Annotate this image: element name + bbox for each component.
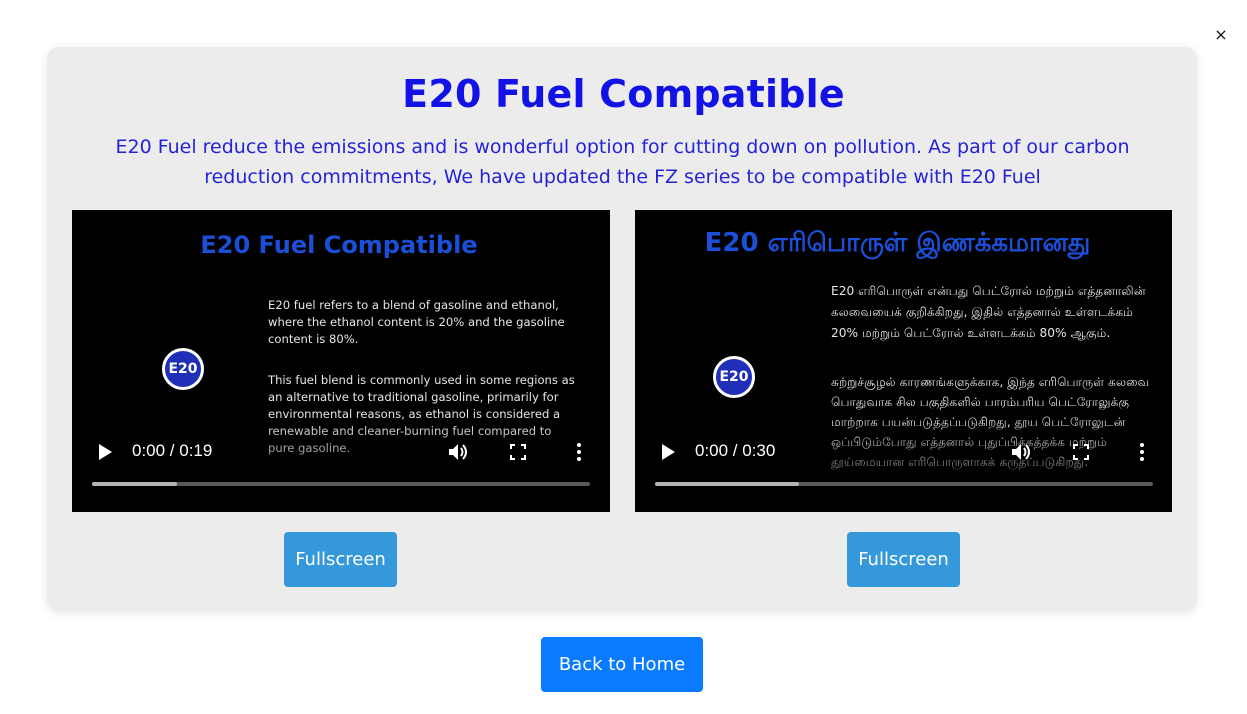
video-frame-paragraph: E20 fuel refers to a blend of gasoline a… bbox=[268, 298, 565, 346]
buffered-bar bbox=[655, 482, 800, 486]
e20-badge-icon: E20 bbox=[713, 356, 755, 398]
controls-shade bbox=[635, 416, 1172, 512]
video-frame-title: E20 எரிபொருள் இணக்கமானது bbox=[704, 228, 1091, 258]
fullscreen-icon[interactable] bbox=[510, 444, 526, 460]
buffered-bar bbox=[92, 482, 177, 486]
play-icon[interactable] bbox=[96, 442, 114, 462]
close-button[interactable]: × bbox=[1212, 26, 1230, 44]
volume-icon[interactable] bbox=[1011, 442, 1033, 462]
video-frame-paragraph: E20 எரிபொருள் என்பது பெட்ரோல் மற்றும் எத… bbox=[831, 284, 1146, 340]
volume-icon[interactable] bbox=[448, 442, 470, 462]
progress-track[interactable] bbox=[655, 482, 1153, 486]
fullscreen-button[interactable]: Fullscreen bbox=[284, 532, 397, 587]
video-time: 0:00 / 0:30 bbox=[695, 441, 776, 460]
e20-badge-icon: E20 bbox=[162, 348, 204, 390]
progress-track[interactable] bbox=[92, 482, 590, 486]
more-options-icon[interactable] bbox=[1134, 442, 1150, 462]
video-frame-title: E20 Fuel Compatible bbox=[200, 231, 478, 259]
video-player-tamil[interactable]: E20 எரிபொருள் இணக்கமானது E20 E20 எரிபொரு… bbox=[635, 210, 1172, 512]
back-to-home-button[interactable]: Back to Home bbox=[541, 637, 703, 692]
fullscreen-icon[interactable] bbox=[1073, 444, 1089, 460]
video-player-english[interactable]: E20 Fuel Compatible E20 E20 fuel refers … bbox=[72, 210, 610, 512]
controls-shade bbox=[72, 416, 610, 512]
video-time: 0:00 / 0:19 bbox=[132, 441, 213, 460]
page-description: E20 Fuel reduce the emissions and is won… bbox=[115, 136, 1130, 188]
play-icon[interactable] bbox=[659, 442, 677, 462]
page-title: E20 Fuel Compatible bbox=[402, 72, 845, 116]
more-options-icon[interactable] bbox=[571, 442, 587, 462]
fullscreen-button[interactable]: Fullscreen bbox=[847, 532, 960, 587]
